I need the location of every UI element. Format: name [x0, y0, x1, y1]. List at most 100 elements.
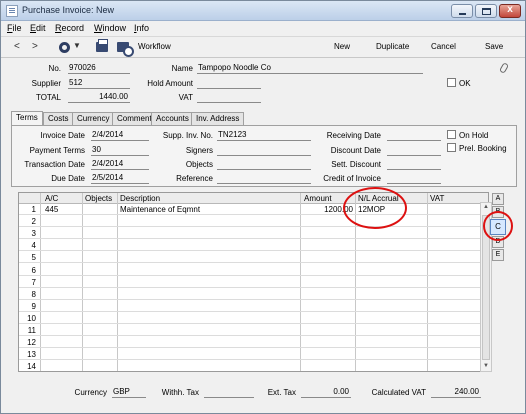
objects-label: Objects — [185, 160, 213, 169]
menu-window-mnemonic: W — [94, 23, 103, 33]
table-row[interactable]: 7 — [19, 277, 488, 288]
table-row[interactable]: 12 — [19, 337, 488, 349]
sett-discount-field[interactable] — [387, 159, 441, 170]
table-row[interactable]: 3 — [19, 228, 488, 240]
header-description: Description — [120, 194, 161, 203]
row-number: 7 — [31, 277, 36, 287]
tab-costs[interactable]: Costs — [43, 112, 74, 125]
menu-window[interactable]: Window — [94, 23, 126, 33]
invoice-date-field[interactable]: 2/4/2014 — [91, 130, 149, 141]
ok-checkbox[interactable] — [447, 78, 456, 87]
save-button[interactable]: Save — [485, 42, 503, 51]
paperclip-icon[interactable] — [498, 62, 510, 74]
table-row[interactable]: 11 — [19, 325, 488, 336]
reference-label: Reference — [176, 174, 213, 183]
row-number: 8 — [31, 289, 36, 299]
chevron-down-icon[interactable]: ▼ — [73, 41, 81, 50]
next-record-button[interactable]: > — [32, 41, 38, 52]
tab-inv-address[interactable]: Inv. Address — [191, 112, 245, 125]
print-icon[interactable] — [96, 39, 108, 52]
workflow-button[interactable]: Workflow — [138, 42, 171, 51]
receiving-date-label: Receiving Date — [326, 131, 381, 140]
matrix-tab-e[interactable]: E — [492, 249, 504, 261]
scroll-down-icon[interactable]: ▼ — [483, 363, 489, 369]
on-hold-label: On Hold — [459, 131, 489, 140]
on-hold-checkbox[interactable] — [447, 130, 456, 139]
cancel-button[interactable]: Cancel — [431, 42, 456, 51]
payment-terms-field[interactable]: 30 — [91, 145, 149, 156]
tab-terms[interactable]: Terms — [11, 111, 43, 125]
menu-record[interactable]: Record — [55, 23, 84, 33]
no-field[interactable]: 970026 — [68, 63, 130, 74]
ok-label: OK — [459, 79, 471, 88]
currency-label: Currency — [74, 388, 107, 397]
table-row[interactable]: 2 — [19, 216, 488, 228]
supp-inv-no-field[interactable]: TN2123 — [217, 130, 311, 141]
objects-field[interactable] — [217, 159, 311, 170]
menu-record-rest: ecord — [61, 23, 85, 33]
tab-currency[interactable]: Currency — [72, 112, 115, 125]
print-preview-icon[interactable] — [117, 42, 134, 57]
currency-field[interactable]: GBP — [112, 387, 146, 398]
hold-amount-field[interactable] — [197, 78, 261, 89]
duplicate-button[interactable]: Duplicate — [376, 42, 409, 51]
table-row[interactable]: 9 — [19, 301, 488, 312]
menu-edit[interactable]: Edit — [30, 23, 46, 33]
table-row[interactable]: 1 445 Maintenance of Eqmnt 1200.00 12MOP — [19, 204, 488, 215]
menu-info[interactable]: Info — [134, 23, 149, 33]
row-number: 11 — [27, 326, 36, 335]
discount-date-label: Discount Date — [330, 146, 381, 155]
minimize-button[interactable] — [451, 4, 473, 18]
signers-field[interactable] — [217, 145, 311, 156]
table-row[interactable]: 8 — [19, 289, 488, 300]
row-number: 5 — [31, 253, 36, 263]
tab-accounts[interactable]: Accounts — [151, 112, 194, 125]
signers-label: Signers — [185, 146, 213, 155]
toolbar: < > ▼ Workflow New Duplicate Cancel Save — [1, 36, 525, 58]
name-field[interactable]: Tampopo Noodle Co — [197, 63, 423, 74]
table-row[interactable]: 14 — [19, 361, 488, 371]
header-vat: VAT — [430, 194, 445, 203]
close-icon: x — [507, 4, 513, 15]
menu-bar: File Edit Record Window Info — [1, 21, 525, 36]
cell-ac[interactable]: 445 — [45, 205, 58, 214]
title-bar: Purchase Invoice: New x — [1, 1, 525, 21]
credit-of-invoice-label: Credit of Invoice — [323, 174, 381, 183]
sett-discount-label: Sett. Discount — [331, 160, 381, 169]
previous-record-button[interactable]: < — [14, 41, 20, 52]
table-row[interactable]: 4 — [19, 240, 488, 252]
annotation-circle-matrix-tab-c — [483, 211, 513, 241]
header-ac: A/C — [45, 194, 59, 203]
transaction-date-field[interactable]: 2/4/2014 — [91, 159, 149, 170]
payment-terms-label: Payment Terms — [29, 146, 85, 155]
total-label: TOTAL — [35, 93, 61, 102]
credit-of-invoice-field[interactable] — [387, 173, 441, 184]
table-row[interactable]: 6 — [19, 265, 488, 276]
hold-amount-label: Hold Amount — [147, 79, 193, 88]
menu-file[interactable]: File — [7, 23, 22, 33]
menu-edit-rest: dit — [36, 23, 46, 33]
discount-date-field[interactable] — [387, 145, 441, 156]
table-row[interactable]: 10 — [19, 313, 488, 324]
prel-booking-checkbox[interactable] — [447, 143, 456, 152]
tab-comment[interactable]: Comment — [112, 112, 157, 125]
due-date-field[interactable]: 2/5/2014 — [91, 173, 149, 184]
scroll-up-icon[interactable]: ▲ — [483, 204, 489, 210]
menu-info-rest: nfo — [136, 23, 150, 33]
maximize-button[interactable] — [475, 4, 497, 18]
table-row[interactable]: 13 — [19, 349, 488, 361]
grid-header: A/C Objects Description Amount N/L Accru… — [19, 193, 488, 204]
ext-tax-field: 0.00 — [301, 387, 351, 398]
name-label: Name — [171, 64, 193, 73]
ext-tax-label: Ext. Tax — [267, 388, 296, 397]
reference-field[interactable] — [217, 173, 311, 184]
table-row[interactable]: 5 — [19, 252, 488, 264]
matrix-tab-a[interactable]: A — [492, 193, 504, 205]
gear-icon[interactable] — [59, 42, 70, 53]
supplier-field[interactable]: 512 — [68, 78, 130, 89]
close-button[interactable]: x — [499, 4, 521, 18]
cell-description[interactable]: Maintenance of Eqmnt — [120, 205, 200, 214]
supp-inv-no-label: Supp. Inv. No. — [162, 131, 213, 140]
new-button[interactable]: New — [334, 42, 350, 51]
receiving-date-field[interactable] — [387, 130, 441, 141]
